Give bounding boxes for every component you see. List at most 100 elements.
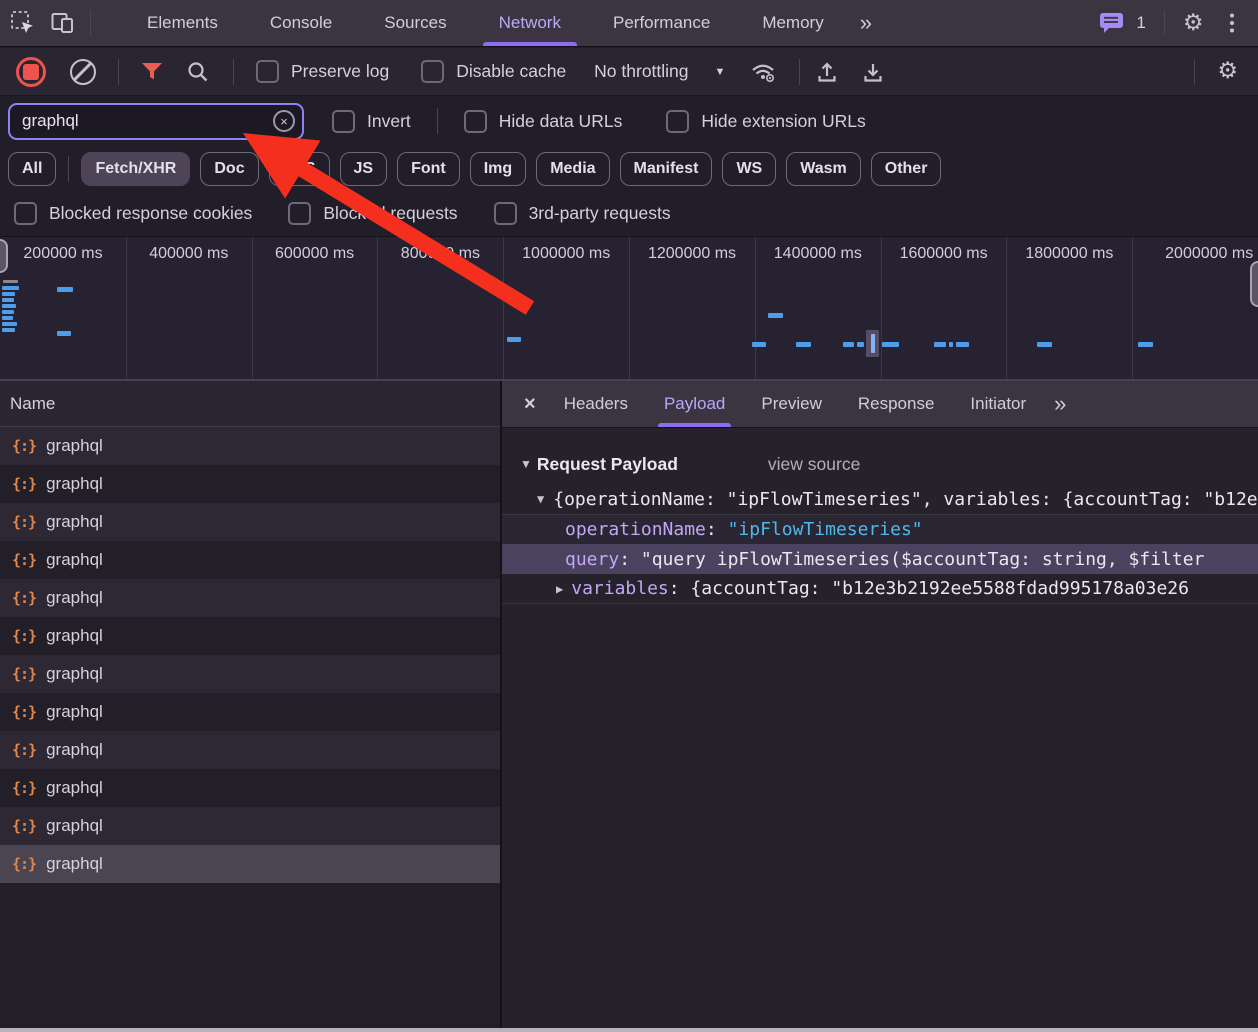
throttling-dropdown[interactable]: No throttling — [594, 61, 688, 82]
timeline-request-bar — [2, 292, 15, 296]
name-column-header[interactable]: Name — [0, 381, 500, 427]
details-tab-headers[interactable]: Headers — [546, 381, 646, 427]
checkbox-box[interactable] — [14, 202, 37, 225]
blocked-response-cookies-checkbox[interactable]: Blocked response cookies — [14, 202, 252, 225]
search-icon[interactable] — [187, 61, 209, 83]
console-messages-icon[interactable] — [1099, 12, 1126, 35]
chip-all[interactable]: All — [8, 152, 56, 186]
triangle-right-icon[interactable]: ▶ — [556, 582, 563, 596]
chip-wasm[interactable]: Wasm — [786, 152, 861, 186]
record-network-log-button[interactable] — [16, 57, 46, 87]
details-tab-initiator[interactable]: Initiator — [952, 381, 1044, 427]
inspect-element-icon[interactable] — [10, 10, 36, 36]
chip-manifest[interactable]: Manifest — [620, 152, 713, 186]
toolbar-divider — [90, 10, 91, 36]
table-row[interactable]: {:}graphql — [0, 503, 500, 541]
chip-img[interactable]: Img — [470, 152, 526, 186]
blocked-requests-checkbox[interactable]: Blocked requests — [288, 202, 457, 225]
request-payload-title: Request Payload — [537, 454, 678, 475]
table-row[interactable]: {:}graphql — [0, 427, 500, 465]
invert-checkbox[interactable]: Invert — [332, 110, 411, 133]
checkbox-box[interactable] — [666, 110, 689, 133]
disable-cache-checkbox[interactable]: Disable cache — [421, 60, 566, 83]
checkbox-box[interactable] — [256, 60, 279, 83]
triangle-down-icon[interactable]: ▼ — [520, 457, 532, 471]
chip-ws[interactable]: WS — [722, 152, 776, 186]
clear-filter-icon[interactable]: × — [273, 110, 295, 132]
third-party-requests-checkbox[interactable]: 3rd-party requests — [494, 202, 671, 225]
more-options-icon[interactable] — [1230, 21, 1235, 26]
chip-doc[interactable]: Doc — [200, 152, 258, 186]
chip-font[interactable]: Font — [397, 152, 460, 186]
filter-funnel-icon[interactable] — [141, 62, 163, 81]
table-row[interactable]: {:}graphql — [0, 693, 500, 731]
chevron-down-icon[interactable]: ▼ — [715, 66, 726, 78]
request-name: graphql — [46, 474, 103, 494]
table-row[interactable]: {:}graphql — [0, 465, 500, 503]
network-toolbar: Preserve log Disable cache No throttling… — [0, 48, 1258, 96]
hide-data-urls-checkbox[interactable]: Hide data URLs — [464, 110, 623, 133]
details-tab-payload[interactable]: Payload — [646, 381, 743, 427]
message-count-badge: 1 — [1136, 13, 1145, 33]
checkbox-box[interactable] — [494, 202, 517, 225]
table-row[interactable]: {:}graphql — [0, 579, 500, 617]
checkbox-box[interactable] — [288, 202, 311, 225]
table-row[interactable]: {:}graphql — [0, 541, 500, 579]
timeline-request-bar — [2, 322, 17, 326]
payload-entry-operationName[interactable]: operationName: "ipFlowTimeseries" — [502, 514, 1258, 544]
checkbox-box[interactable] — [421, 60, 444, 83]
network-overview-timeline[interactable]: 200000 ms400000 ms600000 ms800000 ms1000… — [0, 236, 1258, 380]
timeline-request-bar — [871, 334, 875, 353]
network-conditions-icon[interactable] — [751, 61, 777, 83]
json-request-icon: {:} — [12, 817, 36, 835]
request-payload-section-header[interactable]: ▼ Request Payload view source — [502, 444, 1258, 484]
chip-fetch-xhr[interactable]: Fetch/XHR — [81, 152, 190, 186]
chip-media[interactable]: Media — [536, 152, 609, 186]
network-settings-gear-icon[interactable]: ⚙ — [1217, 60, 1238, 83]
chip-js[interactable]: JS — [340, 152, 388, 186]
chip-css[interactable]: CSS — [269, 152, 330, 186]
triangle-down-icon[interactable]: ▼ — [537, 492, 544, 506]
export-har-icon[interactable] — [862, 61, 884, 83]
overview-right-handle[interactable] — [1250, 261, 1258, 307]
hide-extension-urls-checkbox[interactable]: Hide extension URLs — [666, 110, 865, 133]
tab-console[interactable]: Console — [244, 0, 358, 46]
clear-network-log-button[interactable] — [70, 59, 96, 85]
table-row[interactable]: {:}graphql — [0, 655, 500, 693]
timeline-request-bar — [2, 328, 15, 332]
tab-memory[interactable]: Memory — [736, 0, 849, 46]
tab-sources[interactable]: Sources — [358, 0, 472, 46]
payload-summary-text: {operationName: "ipFlowTimeseries", vari… — [553, 489, 1258, 510]
checkbox-box[interactable] — [332, 110, 355, 133]
close-icon[interactable]: × — [524, 393, 536, 416]
filter-input[interactable] — [10, 111, 273, 131]
payload-key: operationName — [565, 519, 706, 540]
tab-network[interactable]: Network — [473, 0, 587, 46]
table-row[interactable]: {:}graphql — [0, 845, 500, 883]
filter-input-box[interactable]: × — [8, 103, 304, 140]
details-tab-response[interactable]: Response — [840, 381, 953, 427]
table-row[interactable]: {:}graphql — [0, 769, 500, 807]
payload-entry-variables[interactable]: ▶variables: {accountTag: "b12e3b2192ee55… — [502, 574, 1258, 604]
details-tab-preview[interactable]: Preview — [743, 381, 839, 427]
payload-summary-row[interactable]: ▼ {operationName: "ipFlowTimeseries", var… — [502, 484, 1258, 514]
tab-performance[interactable]: Performance — [587, 0, 736, 46]
import-har-icon[interactable] — [816, 61, 838, 83]
devtools-window: ElementsConsoleSourcesNetworkPerformance… — [0, 0, 1258, 1032]
timeline-request-bar — [843, 342, 854, 347]
table-row[interactable]: {:}graphql — [0, 617, 500, 655]
settings-gear-icon[interactable]: ⚙ — [1183, 12, 1204, 35]
checkbox-box[interactable] — [464, 110, 487, 133]
timeline-request-bar — [1138, 342, 1153, 347]
more-filters-row: Blocked response cookies Blocked request… — [0, 191, 1258, 235]
more-details-tabs-icon[interactable]: » — [1044, 381, 1076, 427]
tab-elements[interactable]: Elements — [121, 0, 244, 46]
view-source-link[interactable]: view source — [768, 454, 860, 475]
table-row[interactable]: {:}graphql — [0, 807, 500, 845]
preserve-log-checkbox[interactable]: Preserve log — [256, 60, 389, 83]
chip-other[interactable]: Other — [871, 152, 942, 186]
device-toolbar-icon[interactable] — [50, 11, 76, 35]
table-row[interactable]: {:}graphql — [0, 731, 500, 769]
more-tabs-icon[interactable]: » — [850, 0, 882, 46]
payload-entry-query[interactable]: query: "query ipFlowTimeseries($accountT… — [502, 544, 1258, 574]
